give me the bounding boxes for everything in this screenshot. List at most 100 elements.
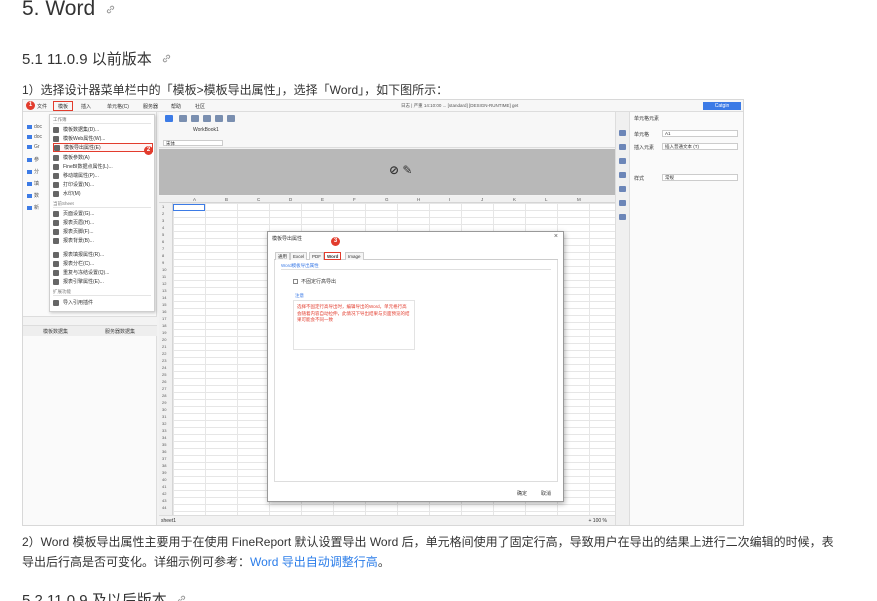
row-number: 9 (162, 260, 165, 265)
row-number: 13 (162, 288, 167, 293)
note-title: 注意 (295, 293, 304, 298)
menu-item: 报表引擎属性(E)... (53, 277, 153, 286)
word-row-height-link[interactable]: Word 导出自动调整行高 (250, 555, 378, 569)
column-label: D (289, 197, 293, 202)
menu-item-icon (53, 278, 59, 285)
menu-item: 页面设置(G)... (53, 209, 153, 218)
row-number: 12 (162, 281, 167, 286)
tab-server-datasets: 服务器数据集 (105, 329, 136, 335)
tab-excel: Excel (290, 252, 308, 260)
menu-item-icon (53, 190, 59, 197)
anchor-link-icon[interactable] (176, 594, 187, 601)
row-number: 39 (162, 470, 167, 475)
selected-cell (173, 204, 205, 211)
row-number: 20 (162, 337, 167, 342)
menu-item: 报表填报属性(R)... (53, 250, 153, 259)
condition-icon (619, 158, 626, 164)
tab-pdf: PDF (309, 252, 324, 260)
prop-value: 插入普通文本 (T) (662, 143, 738, 150)
sheet-header-area (159, 149, 615, 195)
sheet-tab: sheet1 (161, 518, 177, 524)
template-dropdown-menu: 工作簿 模板数据集(D)... 模板Web属性(W)... 模板导出属性(E) … (49, 114, 155, 312)
format-bar: 宋体 (159, 138, 615, 148)
menu-item: 打印设置(N)... (53, 180, 153, 189)
row-number: 40 (162, 477, 167, 482)
row-number: 34 (162, 435, 167, 440)
prop-label: 样式 (634, 176, 645, 182)
ok-button: 确定 (517, 491, 528, 497)
menu-item: 模板Web属性(W)... (53, 134, 153, 143)
tab-template-datasets: 模板数据集 (43, 329, 69, 335)
section-heading: 5.1 11.0.9 以前版本 (22, 48, 172, 69)
checkbox-box (293, 279, 298, 284)
menu-item-icon (53, 163, 59, 170)
note-text: 选择不固定行高导出时，编辑导出的Word，单元格行高会随着内容自动拉伸，此情况下… (293, 300, 415, 350)
designer-screenshot: 1 文件 模板 插入 单元格(C) 服务器 帮助 社区 日志 | 严重 14:1… (22, 99, 744, 526)
menu-item: 模板参数(A) (53, 153, 153, 162)
description-line-2: 导出后行高是否可变化。详细示例可参考：Word 导出自动调整行高。 (22, 555, 390, 569)
column-label: E (321, 197, 325, 202)
column-label: J (481, 197, 484, 202)
menu-item: 重复与冻结设置(Q)... (53, 268, 153, 277)
tree-row: doc (27, 124, 42, 130)
style-icon (619, 144, 626, 150)
unfixed-row-height-checkbox: 不固定行高导出 (293, 278, 336, 285)
menu-item-icon (53, 228, 59, 235)
anchor-link-icon[interactable] (161, 53, 172, 64)
row-number: 41 (162, 484, 167, 489)
menu-item-icon (53, 237, 59, 244)
log-text: 日志 | 严重 14:10:00 ... [standard] [DESIGN-… (401, 103, 519, 108)
close-icon: × (553, 233, 558, 240)
menu-item: 水印(M) (53, 189, 153, 198)
menu-item-icon (53, 269, 59, 276)
section-heading-text: 5.1 11.0.9 以前版本 (22, 51, 152, 68)
right-panel-title: 单元格元素 (634, 116, 660, 122)
prop-value: A1 (662, 130, 738, 137)
row-number: 32 (162, 421, 167, 426)
row-number: 6 (162, 239, 165, 244)
row-number: 24 (162, 365, 167, 370)
column-header: A B C D E F G H I J K L M (159, 196, 615, 203)
tab-image: Image (345, 252, 364, 260)
column-label: I (449, 197, 451, 202)
row-number: 25 (162, 372, 167, 377)
tab-word: Word (324, 252, 342, 260)
menu-item: 报表页脚(F)... (53, 227, 153, 236)
tree-row: 填 (27, 180, 39, 187)
save-icon (165, 115, 173, 122)
menu-item-icon (53, 251, 59, 258)
menu-item-icon (53, 172, 59, 179)
cancel-button: 取消 (541, 491, 552, 497)
row-number: 4 (162, 225, 165, 230)
row-number: 11 (162, 274, 167, 279)
export-properties-dialog: 模板导出属性 × 3 通用 Excel PDF Word Image Word模… (267, 231, 564, 502)
row-number: 3 (162, 218, 165, 223)
menu-community: 社区 (195, 104, 206, 110)
menu-item: 报表页眉(H)... (53, 218, 153, 227)
menu-item-icon (53, 135, 59, 142)
column-label: B (225, 197, 229, 202)
row-number: 37 (162, 456, 167, 461)
row-number: 31 (162, 414, 167, 419)
menu-insert: 插入 (81, 104, 92, 110)
row-number: 35 (162, 442, 167, 447)
description-paragraph: 2）Word 模板导出属性主要用于在使用 FineReport 默认设置导出 W… (22, 532, 877, 572)
row-number: 29 (162, 400, 167, 405)
prop-label: 插入元素 (634, 145, 655, 151)
intro-paragraph: 1）选择设计器菜单栏中的「模板>模板导出属性」，选择「Word」，如下图所示： (22, 83, 449, 97)
tree-row: 分 (27, 168, 39, 175)
row-number: 33 (162, 428, 167, 433)
paste-icon (227, 115, 235, 122)
row-number: 19 (162, 330, 167, 335)
row-number: 22 (162, 351, 167, 356)
tree-row: doc (27, 134, 42, 140)
menu-item: 移动端属性(P)... (53, 171, 153, 180)
row-number: 17 (162, 316, 167, 321)
prop-value: 常规 (662, 174, 738, 181)
undo-icon (179, 115, 187, 122)
cell-properties-icon (619, 130, 626, 136)
designer-menubar: 1 文件 模板 插入 单元格(C) 服务器 帮助 社区 日志 | 严重 14:1… (23, 100, 743, 112)
menu-item-icon (53, 126, 59, 133)
tree-row: Gr (27, 144, 40, 150)
anchor-link-icon[interactable] (105, 4, 116, 15)
